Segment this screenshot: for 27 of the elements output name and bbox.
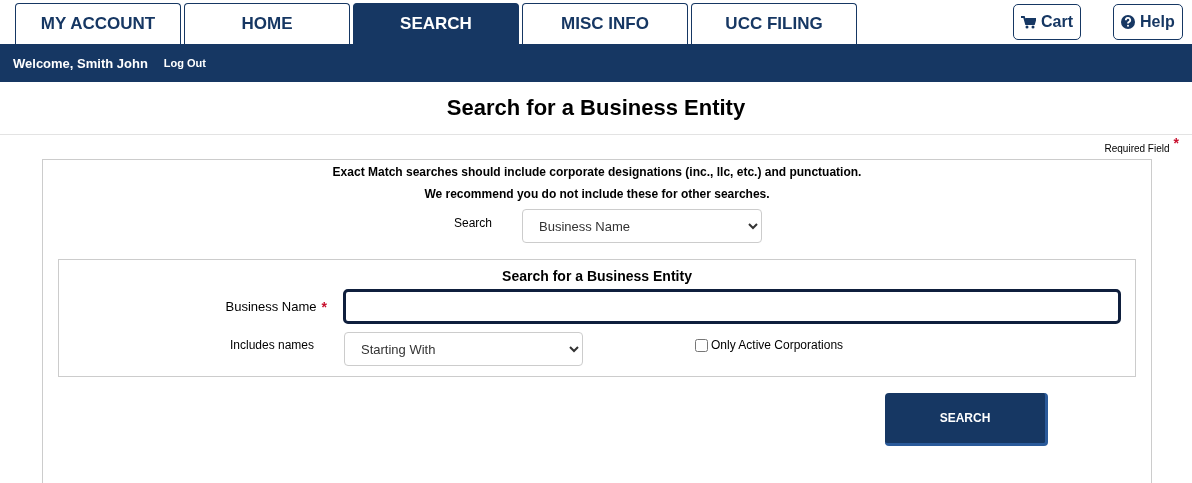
cart-button[interactable]: Cart (1013, 4, 1081, 40)
panel-title: Search for a Business Entity (501, 268, 693, 284)
cart-icon (1021, 15, 1036, 29)
required-field-note: Required Field (1104, 143, 1170, 154)
nav-tab[interactable]: SEARCH (353, 3, 519, 44)
search-label: Search (452, 216, 492, 230)
search-button[interactable]: SEARCH (885, 393, 1048, 446)
instruction-text: We recommend you do not include these for other searches. (423, 187, 771, 201)
page-title: Search for a Business Entity (0, 82, 1192, 135)
logout-link[interactable]: Log Out (163, 57, 206, 69)
business-name-label: Business Name (225, 298, 317, 315)
nav-tab[interactable]: MY ACCOUNT (15, 3, 181, 44)
instruction-text: Exact Match searches should include corporate designations (inc., llc, etc.) and punctuation. (331, 165, 863, 179)
business-name-field[interactable] (343, 289, 1121, 324)
help-button[interactable]: Help (1113, 4, 1183, 40)
welcome-text: Welcome, Smith John (13, 55, 148, 71)
active-only-checkbox[interactable] (695, 338, 708, 352)
active-only-label: Only Active Corporations (711, 338, 844, 352)
help-icon (1121, 15, 1135, 29)
required-asterisk: * (321, 298, 327, 315)
includes-names-label: Includes names (228, 338, 314, 352)
nav-tab[interactable]: UCC FILING (691, 3, 857, 44)
includes-names-dropdown[interactable]: Starting With (344, 332, 583, 366)
search-type-dropdown[interactable]: Business Name (522, 209, 762, 243)
nav-tab[interactable]: MISC INFO (522, 3, 688, 44)
nav-tab[interactable]: HOME (184, 3, 350, 44)
required-asterisk: * (1173, 135, 1179, 151)
